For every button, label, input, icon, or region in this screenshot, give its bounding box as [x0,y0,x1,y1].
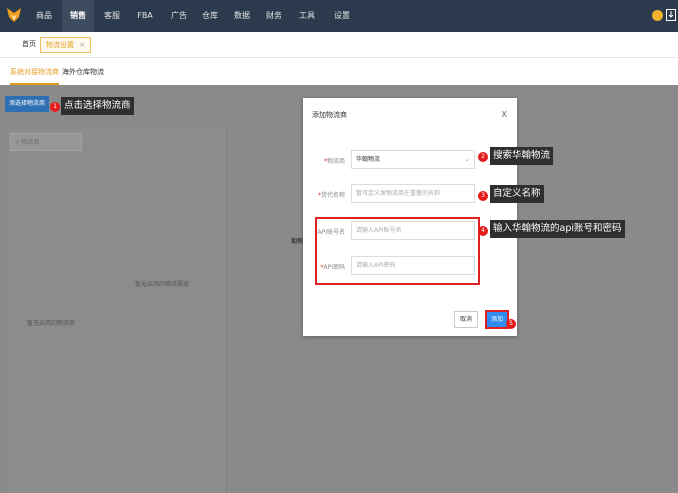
forwarder-name-label: *货代名称 [317,192,345,199]
callout-step-4: 输入华翰物流的api账号和密码 [490,220,625,238]
breadcrumb-home[interactable]: 首页 [22,39,36,49]
callout-step-3: 自定义名称 [490,185,544,203]
step-badge-5: 5 [506,319,516,329]
add-button[interactable]: 添加 [485,310,509,329]
callout-step-2: 搜索华翰物流 [490,147,554,165]
step-badge-2: 2 [478,152,488,162]
sub-tabs: 系统对接物流商 海外仓库物流 [0,58,678,85]
select-carrier-button[interactable]: 添选择物流商 [5,96,49,112]
top-nav-bar: 商品 销售 客服 FBA 广告 仓库 数据 财务 工具 设置 [0,0,678,32]
chevron-down-icon: ⌄ [464,155,470,163]
annotation-highlight-box [315,217,480,285]
callout-step-1: 点击选择物流商 [61,97,134,115]
dialog-title: 添加物流商 [312,111,347,119]
step-badge-1: 1 [50,102,60,112]
nav-item-sales[interactable]: 销售 [62,0,94,32]
tab-label: 物流设置 [46,41,74,49]
forwarder-name-input[interactable]: 暂可定义发物流商在重量的名称 [351,184,475,203]
close-icon[interactable]: X [502,110,507,119]
breadcrumb: 首页 物流设置 × [0,32,678,58]
nav-item-products[interactable]: 商品 [30,0,58,32]
tab-system-carriers[interactable]: 系统对接物流商 [10,67,59,85]
carrier-search-input[interactable]: ⚲ 物流商 [10,133,82,151]
close-icon[interactable]: × [79,41,85,49]
help-text-partial: 如何 [291,238,304,245]
notification-icon[interactable] [652,10,663,21]
tab-overseas-warehouse[interactable]: 海外仓库物流 [62,67,104,77]
download-icon[interactable] [666,9,676,21]
search-placeholder: 物流商 [21,139,40,146]
nav-item-fba[interactable]: FBA [132,0,158,32]
cancel-button[interactable]: 取消 [454,311,478,328]
nav-item-data[interactable]: 数据 [229,0,255,32]
empty-carriers-text: 暂无启用的物流商 [27,320,76,327]
step-badge-3: 3 [478,191,488,201]
nav-item-ads[interactable]: 广告 [166,0,192,32]
nav-item-tools[interactable]: 工具 [294,0,320,32]
tab-logistics-settings[interactable]: 物流设置 × [40,37,92,53]
carrier-label: *物流商 [323,158,345,165]
nav-item-finance[interactable]: 财务 [261,0,287,32]
nav-item-settings[interactable]: 设置 [329,0,355,32]
fox-logo-icon[interactable] [7,8,21,22]
empty-channels-text: 暂无启用的物流渠道 [135,281,190,288]
carrier-list-panel [5,127,227,493]
step-badge-4: 4 [478,226,488,236]
nav-item-warehouse[interactable]: 仓库 [197,0,223,32]
carrier-select[interactable]: 华翰物流 ⌄ [351,150,475,169]
nav-item-service[interactable]: 客服 [98,0,126,32]
